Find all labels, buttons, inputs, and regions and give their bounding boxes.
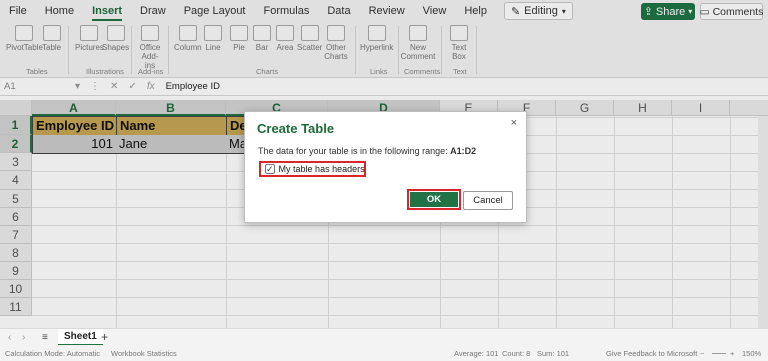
feedback-link[interactable]: Give Feedback to Microsoft (606, 349, 697, 358)
dialog-description: The data for your table is in the follow… (258, 146, 476, 156)
headers-checkbox[interactable]: ✓ (265, 164, 275, 174)
all-sheets-icon[interactable]: ≡ (42, 332, 48, 343)
add-sheet-icon[interactable]: + (101, 330, 108, 344)
sheet-tab-sheet1[interactable]: Sheet1 (58, 329, 103, 346)
headers-checkbox-label: My table has headers (278, 164, 365, 174)
table-range: A1:D2 (450, 146, 477, 156)
dialog-description-text: The data for your table is in the follow… (258, 146, 451, 156)
zoom-slider[interactable] (712, 353, 726, 354)
status-sum: Sum: 101 (537, 348, 570, 358)
cancel-button[interactable]: Cancel (463, 191, 513, 210)
checkmark-icon: ✓ (266, 163, 274, 174)
ok-button[interactable]: OK (410, 192, 458, 207)
chevron-left-icon[interactable]: ‹ (8, 332, 11, 343)
excel-app: File Home Insert Draw Page Layout Formul… (0, 0, 768, 361)
calculation-mode[interactable]: Calculation Mode: Automatic (5, 349, 100, 358)
zoom-out-icon[interactable]: − (700, 349, 704, 358)
status-average: Average: 101 (454, 348, 499, 358)
dialog-title: Create Table (257, 121, 335, 136)
headers-checkbox-row[interactable]: ✓ My table has headers (259, 161, 366, 177)
sheet-tab-bar: ‹ › ≡ Sheet1 + (0, 328, 768, 346)
ok-button-highlight: OK (407, 189, 461, 210)
workbook-statistics[interactable]: Workbook Statistics (111, 349, 177, 358)
zoom-in-icon[interactable]: + (730, 349, 734, 358)
chevron-right-icon[interactable]: › (22, 332, 25, 343)
close-icon[interactable]: × (511, 117, 517, 129)
zoom-level[interactable]: 150% (742, 349, 761, 358)
create-table-dialog: Create Table × The data for your table i… (244, 111, 527, 223)
status-count: Count: 8 (502, 348, 531, 358)
status-bar: Calculation Mode: Automatic Workbook Sta… (0, 345, 768, 361)
